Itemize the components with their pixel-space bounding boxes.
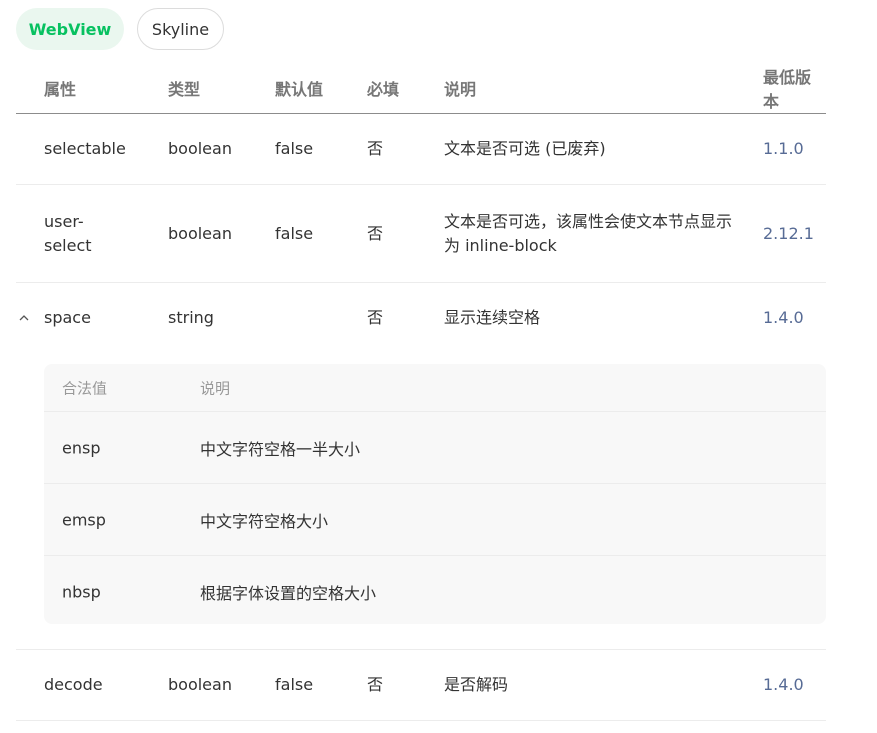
- sub-table-row: ensp 中文字符空格一半大小: [44, 412, 826, 484]
- sub-table-header: 合法值 说明: [44, 364, 826, 412]
- attr-required: 否: [367, 139, 384, 158]
- attr-description: 是否解码: [444, 675, 509, 694]
- table-header: 属性 类型 默认值 必填 说明 最低版本: [16, 66, 826, 114]
- value-description: 根据字体设置的空格大小: [200, 583, 377, 603]
- attr-version: 1.4.0: [763, 307, 804, 327]
- value-description: 中文字符空格大小: [200, 511, 329, 531]
- attr-type: boolean: [168, 139, 232, 158]
- tab-webview[interactable]: WebView: [16, 8, 124, 50]
- attr-default: false: [275, 139, 314, 158]
- attr-version: 1.4.0: [763, 675, 804, 694]
- attr-required: 否: [367, 307, 384, 327]
- attr-name: space: [44, 307, 91, 327]
- attr-version: 1.1.0: [763, 139, 804, 158]
- attr-name: selectable: [44, 139, 126, 158]
- table-row: user-select boolean false 否 文本是否可选，该属性会使…: [16, 185, 826, 283]
- header-description: 说明: [200, 379, 231, 397]
- value-description: 中文字符空格一半大小: [200, 439, 361, 459]
- table-row: space string 否 显示连续空格 1.4.0: [16, 283, 826, 352]
- header-description: 说明: [444, 79, 477, 99]
- attr-required: 否: [367, 223, 384, 243]
- sub-table-row: emsp 中文字符空格大小: [44, 484, 826, 556]
- sub-table-row: nbsp 根据字体设置的空格大小: [44, 556, 826, 627]
- header-default: 默认值: [275, 79, 324, 99]
- attr-name: user-select: [44, 211, 92, 255]
- value-name: nbsp: [62, 582, 101, 601]
- attr-description: 文本是否可选 (已废弃): [444, 139, 606, 158]
- attr-default: false: [275, 223, 314, 243]
- header-version: 最低版本: [763, 67, 812, 111]
- space-values-table: 合法值 说明 ensp 中文字符空格一半大小 emsp 中文字符空格大小 nbs…: [44, 364, 826, 624]
- header-name: 属性: [44, 79, 77, 99]
- tab-bar: WebView Skyline: [16, 8, 224, 50]
- attr-description: 文本是否可选，该属性会使文本节点显示为 inline-block: [444, 211, 733, 255]
- attr-name: decode: [44, 675, 103, 694]
- value-name: emsp: [62, 510, 106, 529]
- attr-type: boolean: [168, 223, 232, 243]
- header-type: 类型: [168, 79, 201, 99]
- attr-description: 显示连续空格: [444, 307, 541, 327]
- chevron-up-icon[interactable]: [17, 311, 31, 325]
- attr-required: 否: [367, 675, 384, 694]
- attributes-table: 属性 类型 默认值 必填 说明 最低版本 selectable boolean …: [16, 66, 826, 721]
- tab-skyline[interactable]: Skyline: [137, 8, 224, 50]
- attr-type: boolean: [168, 675, 232, 694]
- header-required: 必填: [367, 79, 400, 99]
- table-row: decode boolean false 否 是否解码 1.4.0: [16, 650, 826, 721]
- attr-default: false: [275, 675, 314, 694]
- table-row: selectable boolean false 否 文本是否可选 (已废弃) …: [16, 114, 826, 185]
- value-name: ensp: [62, 438, 101, 457]
- space-values-panel: 合法值 说明 ensp 中文字符空格一半大小 emsp 中文字符空格大小 nbs…: [16, 352, 826, 650]
- header-value: 合法值: [62, 379, 108, 397]
- attr-type: string: [168, 307, 214, 327]
- attr-version: 2.12.1: [763, 223, 814, 243]
